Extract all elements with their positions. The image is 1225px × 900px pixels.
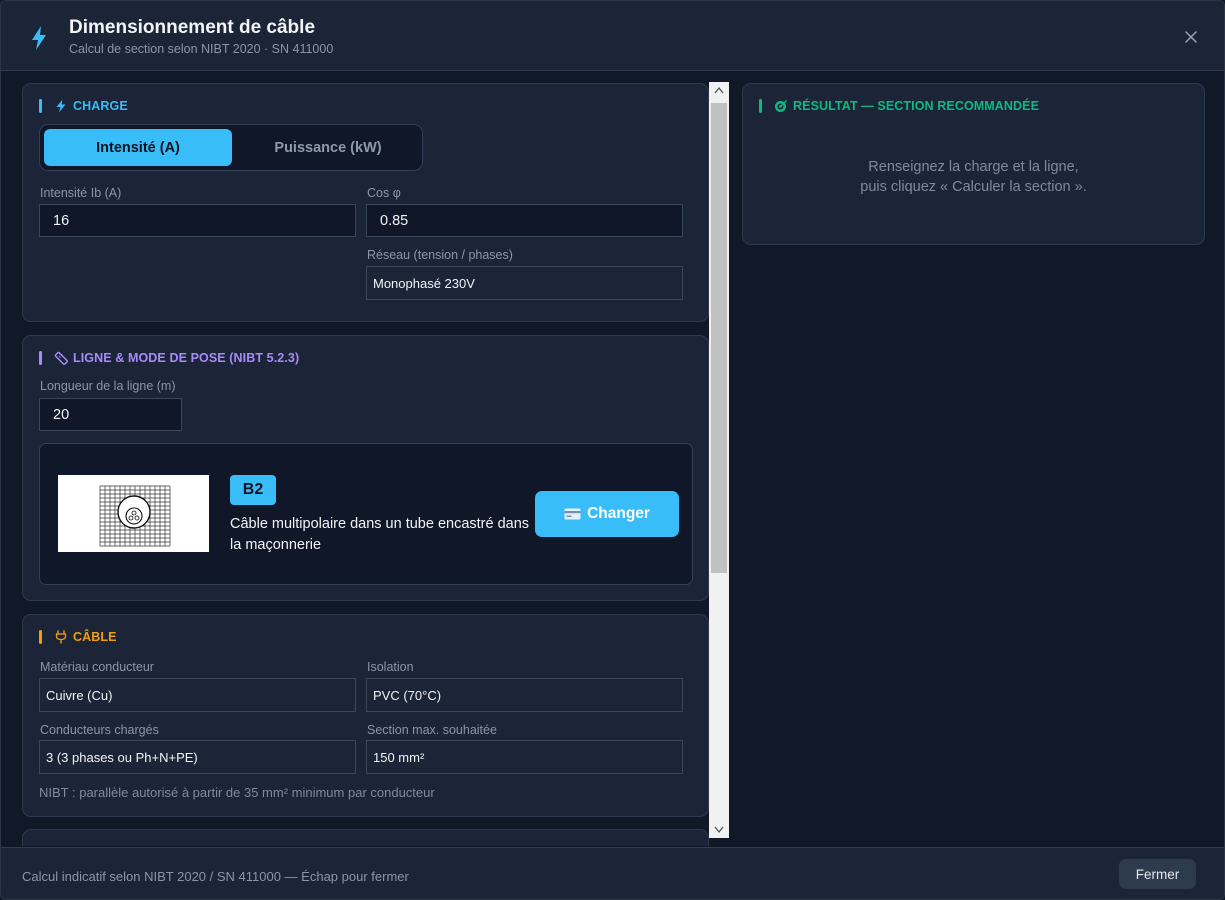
section-accent-bar [39,630,42,644]
change-installation-method-button[interactable]: Changer [535,491,679,537]
lightning-bolt-icon [56,99,66,113]
parallel-note: NIBT : parallèle autorisé à partir de 35… [39,785,435,800]
dialog-subtitle: Calcul de section selon NIBT 2020 · SN 4… [69,42,334,56]
plug-icon [55,630,67,644]
dialog-header: Dimensionnement de câble Calcul de secti… [1,1,1224,71]
installation-method-diagram [58,475,209,552]
toggle-current-button[interactable]: Intensité (A) [44,129,232,166]
material-label: Matériau conducteur [40,660,154,674]
close-button[interactable]: Fermer [1119,859,1196,889]
dialog-footer: Calcul indicatif selon NIBT 2020 / SN 41… [1,847,1224,899]
lightning-bolt-icon [32,26,46,50]
scroll-down-arrow[interactable] [709,821,729,838]
max-section-label: Section max. souhaitée [367,723,497,737]
result-message-line-2: puis cliquez « Calculer la section ». [860,179,1087,195]
line-section-header: LIGNE & MODE DE POSE (NIBT 5.2.3) [39,350,299,366]
length-input[interactable]: 20 [39,398,182,431]
cable-section-title: CÂBLE [73,630,117,644]
charge-section: CHARGE Intensité (A) Puissance (kW) Inte… [22,83,709,322]
card-icon [564,508,581,520]
network-label: Réseau (tension / phases) [367,248,513,262]
conductors-label: Conducteurs chargés [40,723,159,737]
scroll-up-arrow[interactable] [709,82,729,99]
charge-section-title: CHARGE [73,99,128,113]
charge-mode-toggle: Intensité (A) Puissance (kW) [39,124,423,171]
installation-method-code: B2 [230,475,276,505]
network-select[interactable]: Monophasé 230V [366,266,683,300]
installation-method-description: Câble multipolaire dans un tube encastré… [230,516,530,553]
insulation-label: Isolation [367,660,414,674]
section-accent-bar [39,351,42,365]
current-label: Intensité Ib (A) [40,186,122,200]
footer-info-text: Calcul indicatif selon NIBT 2020 / SN 41… [22,869,409,884]
charge-section-header: CHARGE [39,98,128,114]
toggle-power-button[interactable]: Puissance (kW) [234,129,422,166]
result-message-line-1: Renseignez la charge et la ligne, [868,159,1079,175]
result-section-header: RÉSULTAT — SECTION RECOMMANDÉE [759,98,1039,114]
close-icon[interactable] [1183,29,1199,45]
cos-phi-input[interactable]: 0.85 [366,204,683,237]
insulation-select[interactable]: PVC (70°C) [366,678,683,712]
cable-sizing-dialog: Dimensionnement de câble Calcul de secti… [0,0,1225,900]
section-accent-bar [39,99,42,113]
result-section: RÉSULTAT — SECTION RECOMMANDÉE Renseigne… [742,83,1205,245]
length-label: Longueur de la ligne (m) [40,379,176,393]
section-accent-bar [759,99,762,113]
cable-section-header: CÂBLE [39,629,117,645]
cos-phi-label: Cos φ [367,186,401,200]
scrollbar-thumb[interactable] [711,103,727,573]
conductors-select[interactable]: 3 (3 phases ou Ph+N+PE) [39,740,356,774]
ruler-icon [54,351,68,365]
change-button-label: Changer [587,505,650,522]
form-scroll-area[interactable]: CHARGE Intensité (A) Puissance (kW) Inte… [1,71,733,846]
installation-method-box: B2 Câble multipolaire dans un tube encas… [39,443,693,585]
scrollbar[interactable] [709,82,729,838]
current-input[interactable]: 16 [39,204,356,237]
line-section: LIGNE & MODE DE POSE (NIBT 5.2.3) Longue… [22,335,709,601]
line-section-title: LIGNE & MODE DE POSE (NIBT 5.2.3) [73,351,300,365]
material-select[interactable]: Cuivre (Cu) [39,678,356,712]
cable-section: CÂBLE Matériau conducteur Cuivre (Cu) Is… [22,614,709,817]
result-placeholder-message: Renseignez la charge et la ligne, puis c… [743,157,1204,197]
dialog-title: Dimensionnement de câble [69,17,316,38]
result-section-title: RÉSULTAT — SECTION RECOMMANDÉE [793,99,1040,113]
max-section-select[interactable]: 150 mm² [366,740,683,774]
target-icon [775,100,787,112]
next-section [22,829,709,846]
